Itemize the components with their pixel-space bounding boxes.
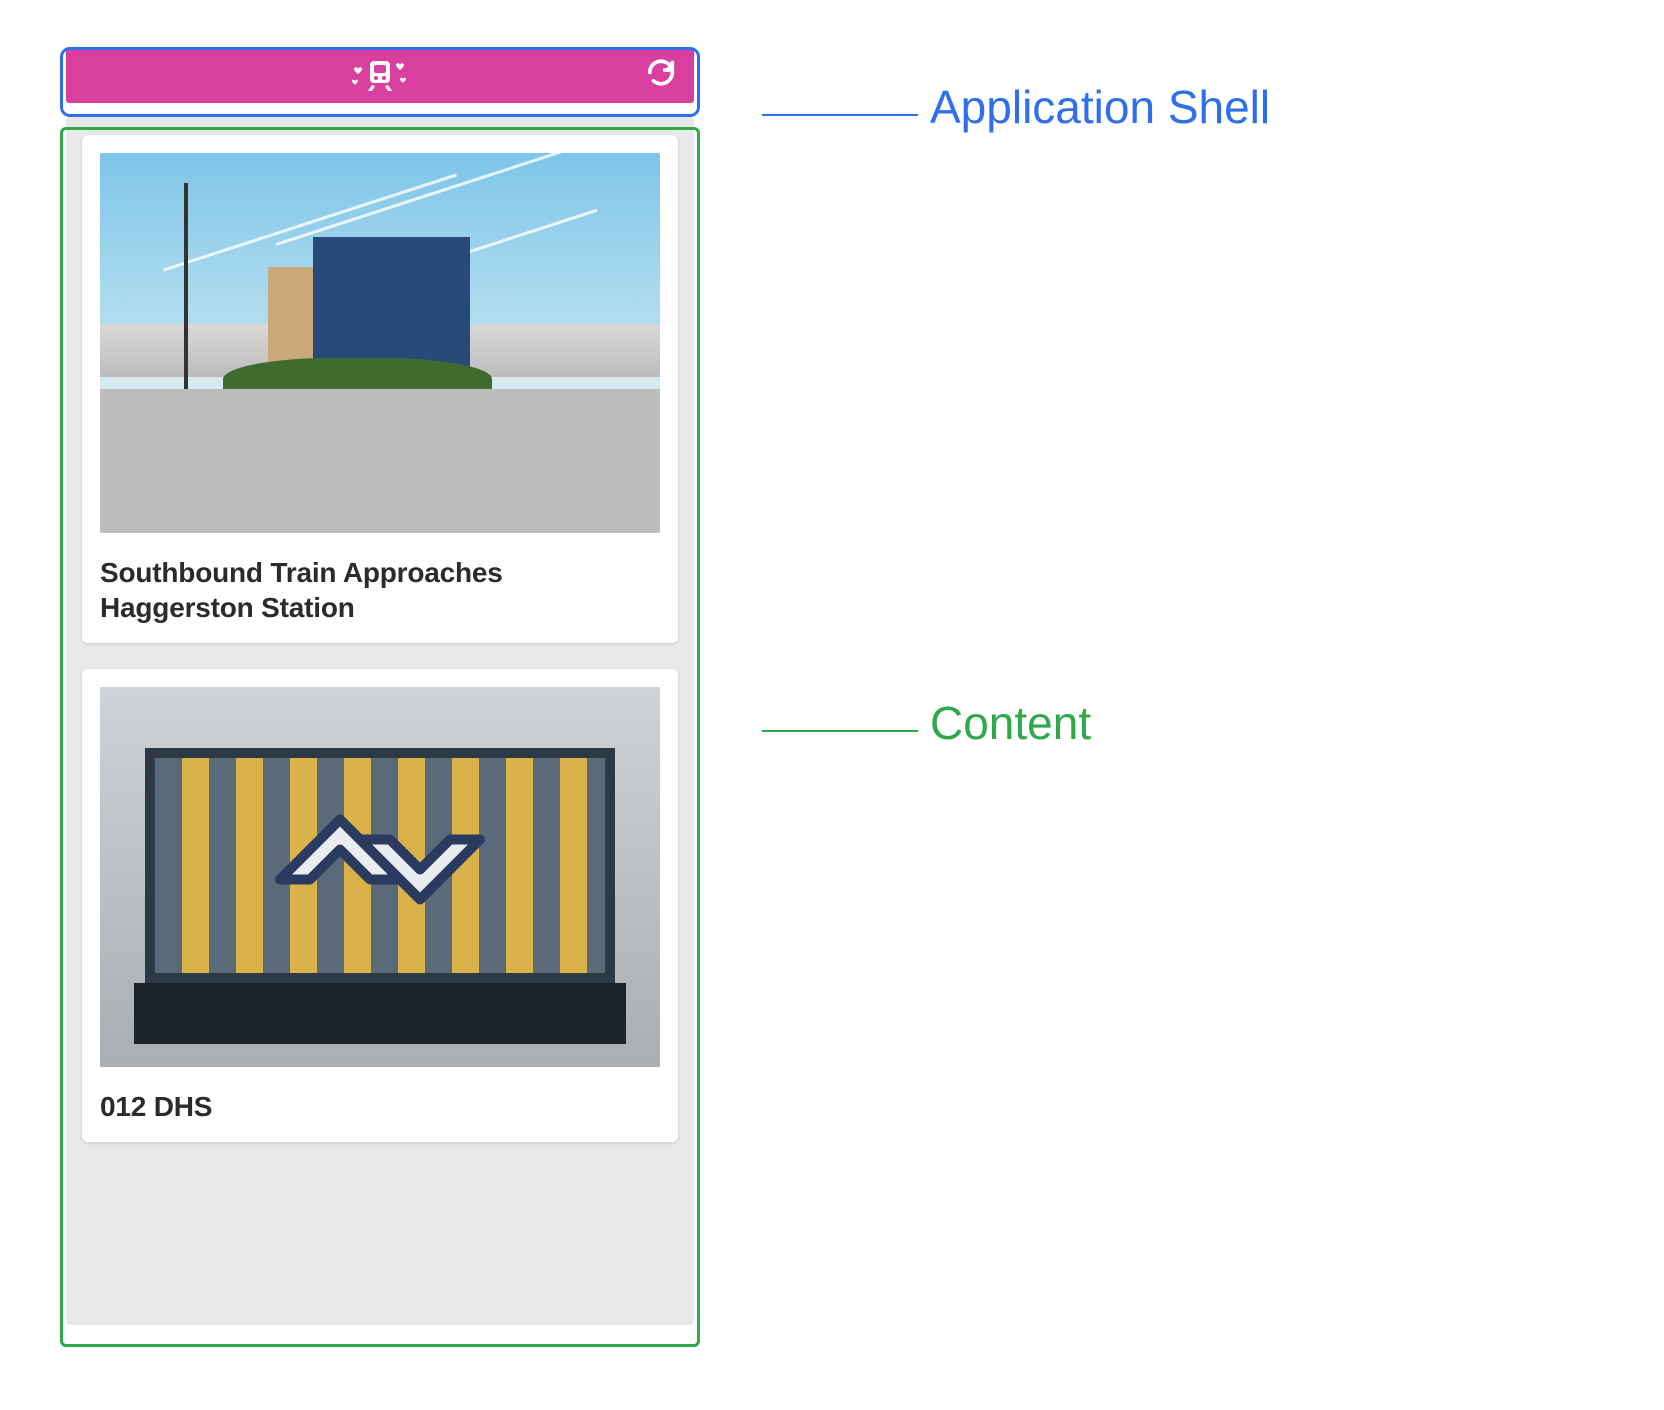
card-image [100, 153, 660, 533]
content-label: Content [930, 696, 1091, 750]
card-image [100, 687, 660, 1067]
content-card[interactable]: Southbound Train Approaches Haggerston S… [82, 135, 678, 643]
refresh-icon[interactable] [646, 58, 676, 93]
card-title: 012 DHS [100, 1089, 660, 1124]
app-mock: Southbound Train Approaches Haggerston S… [60, 47, 700, 1325]
content-area: Southbound Train Approaches Haggerston S… [66, 117, 694, 1325]
content-leader-line [762, 730, 918, 732]
shell-label: Application Shell [930, 80, 1270, 134]
shell-leader-line [762, 114, 918, 116]
card-title: Southbound Train Approaches Haggerston S… [100, 555, 660, 625]
train-hearts-icon [344, 55, 416, 95]
app-bar [66, 47, 694, 103]
content-card[interactable]: 012 DHS [82, 669, 678, 1142]
